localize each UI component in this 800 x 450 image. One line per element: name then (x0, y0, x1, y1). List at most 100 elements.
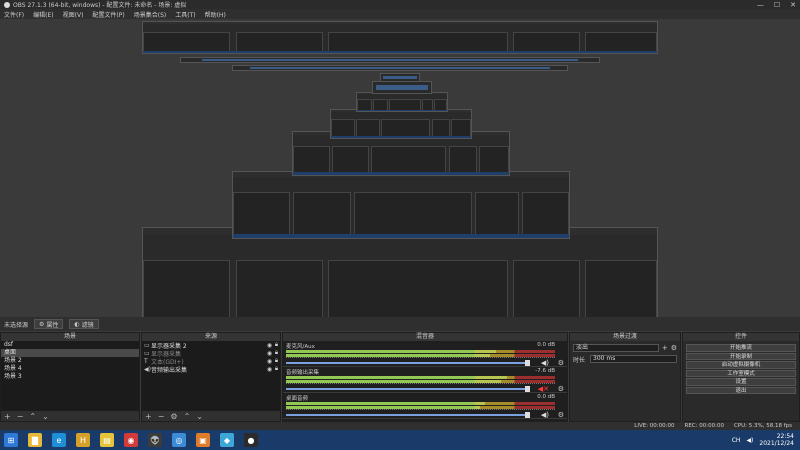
volume-icon[interactable]: ◀) (746, 437, 753, 444)
visibility-eye-icon[interactable]: ◉ (266, 342, 273, 349)
display-icon: ▭ (144, 341, 150, 349)
start-recording-button[interactable]: 开始录制 (686, 352, 796, 360)
lock-icon[interactable]: 🔒︎ (273, 349, 280, 357)
move-up-icon[interactable]: ⌃ (29, 412, 36, 421)
speaker-icon: ◀) (144, 365, 151, 373)
duration-label: 时长 (573, 356, 586, 364)
move-down-icon[interactable]: ⌄ (42, 412, 49, 421)
rec-status: REC: 00:00:00 (684, 423, 724, 429)
scene-transitions-dock: 场景过渡 淡出 + ⚙ 时长 300 ms (569, 332, 681, 422)
lock-icon[interactable]: 🔒︎ (273, 341, 280, 349)
muted-speaker-icon[interactable]: ◀✕ (538, 385, 549, 393)
scene-list: dsf 桌面 场景 2 场景 4 场景 3 (1, 341, 139, 413)
meter-scale (286, 357, 555, 360)
channel-gear-icon[interactable]: ⚙ (558, 385, 564, 393)
exit-button[interactable]: 退出 (686, 386, 796, 394)
volume-slider-handle[interactable] (525, 412, 530, 418)
language-indicator[interactable]: CH (732, 437, 741, 444)
scenes-header: 场景 (1, 333, 139, 341)
menu-tools[interactable]: 工具(T) (175, 10, 195, 19)
windows-start-icon[interactable]: ⊞ (4, 433, 18, 447)
remove-scene-button[interactable]: − (17, 412, 24, 421)
visibility-eye-icon[interactable]: ◉ (266, 350, 273, 357)
window-title: OBS 27.1.3 (64-bit, windows) - 配置文件: 未命名… (13, 2, 187, 9)
source-item[interactable]: ◀) 音频输出采集 ◉ 🔒︎ (142, 365, 280, 374)
move-down-icon[interactable]: ⌄ (196, 412, 203, 421)
source-label: 音频输出采集 (151, 366, 188, 374)
add-source-button[interactable]: + (145, 412, 152, 421)
edge-icon[interactable]: e (52, 433, 66, 447)
move-up-icon[interactable]: ⌃ (184, 412, 191, 421)
clock[interactable]: 22:54 2021/12/24 (759, 433, 794, 447)
studio-mode-button[interactable]: 工作室模式 (686, 369, 796, 377)
status-bar: LIVE: 00:00:00 REC: 00:00:00 CPU: 5.3%, … (0, 422, 800, 430)
volume-meter-left (286, 402, 555, 405)
volume-slider[interactable] (286, 412, 530, 418)
channel-db: 0.0 dB (537, 342, 555, 348)
lock-icon[interactable]: 🔒︎ (273, 365, 280, 373)
settings-button[interactable]: 设置 (686, 378, 796, 386)
chrome-icon[interactable]: ◎ (172, 433, 186, 447)
volume-slider[interactable] (286, 360, 530, 366)
source-properties-gear-icon[interactable]: ⚙ (170, 412, 177, 421)
recursive-capture-layer (330, 109, 472, 139)
live-status: LIVE: 00:00:00 (634, 423, 675, 429)
scene-item[interactable]: 场景 2 (1, 357, 139, 365)
notes-icon[interactable]: ▤ (100, 433, 114, 447)
start-virtual-camera-button[interactable]: 启动虚拟摄像机 (686, 361, 796, 369)
visibility-eye-icon[interactable]: ◉ (266, 366, 273, 373)
volume-slider-handle[interactable] (525, 360, 530, 366)
controls-dock: 控件 开始推流 开始录制 启动虚拟摄像机 工作室模式 设置 退出 (682, 332, 800, 422)
menu-file[interactable]: 文件(F) (4, 10, 24, 19)
filter-icon: ◐ (74, 320, 80, 328)
scene-item[interactable]: 场景 4 (1, 365, 139, 373)
menu-edit[interactable]: 编辑(E) (33, 10, 53, 19)
recursive-capture-layer (380, 73, 420, 82)
duration-input[interactable]: 300 ms (590, 355, 677, 363)
obs-icon[interactable]: ● (244, 433, 258, 447)
close-button[interactable]: ✕ (790, 1, 796, 9)
alien-icon[interactable]: 👽 (148, 433, 162, 447)
menu-view[interactable]: 视图(V) (63, 10, 84, 19)
start-streaming-button[interactable]: 开始推流 (686, 344, 796, 352)
netease-music-icon[interactable]: ◉ (124, 433, 138, 447)
system-tray: CH ◀) 22:54 2021/12/24 (732, 433, 800, 447)
transition-gear-icon[interactable]: ⚙ (671, 344, 677, 352)
volume-meter-left (286, 376, 555, 379)
cpu-status: CPU: 5.3%, 58.18 fps (733, 423, 792, 429)
lock-icon[interactable]: 🔒︎ (273, 357, 280, 365)
maximize-button[interactable]: ☐ (774, 1, 780, 9)
volume-meter-left (286, 350, 555, 353)
recursive-capture-layer (232, 65, 568, 71)
channel-gear-icon[interactable]: ⚙ (558, 359, 564, 367)
preview-canvas[interactable] (0, 19, 800, 317)
display-icon: ▭ (144, 349, 150, 357)
menu-profile[interactable]: 配置文件(P) (92, 10, 124, 19)
file-explorer-icon[interactable]: ▇ (28, 433, 42, 447)
blue-app-icon[interactable]: ◆ (220, 433, 234, 447)
recursive-capture-layer (372, 81, 432, 94)
app-icon-h[interactable]: H (76, 433, 90, 447)
menu-scene-collection[interactable]: 场景集合(S) (134, 10, 167, 19)
scene-item[interactable]: 场景 3 (1, 373, 139, 381)
minimize-button[interactable]: — (757, 1, 764, 9)
add-scene-button[interactable]: + (4, 412, 11, 421)
scene-item[interactable]: dsf (1, 341, 139, 349)
properties-button[interactable]: ⚙ 属性 (34, 319, 64, 329)
remove-source-button[interactable]: − (158, 412, 165, 421)
speaker-icon[interactable]: ◀) (541, 411, 549, 419)
channel-gear-icon[interactable]: ⚙ (558, 411, 564, 419)
scene-item[interactable]: 桌面 (1, 349, 139, 357)
add-transition-button[interactable]: + (662, 344, 668, 352)
recursive-capture-layer (356, 92, 448, 112)
transition-type-select[interactable]: 淡出 (573, 344, 659, 352)
mixer-channel: 音频输出采集 -7.6 dB ◀✕ ⚙ (283, 367, 567, 393)
volume-slider[interactable] (286, 386, 530, 392)
menu-help[interactable]: 帮助(H) (205, 10, 226, 19)
volume-slider-handle[interactable] (525, 386, 530, 392)
speaker-icon[interactable]: ◀) (541, 359, 549, 367)
visibility-eye-icon[interactable]: ◉ (266, 358, 273, 365)
filters-button[interactable]: ◐ 滤镜 (69, 319, 99, 329)
orange-app-icon[interactable]: ▣ (196, 433, 210, 447)
mixer-channel: 麦克风/Aux 0.0 dB ◀) ⚙ (283, 341, 567, 367)
